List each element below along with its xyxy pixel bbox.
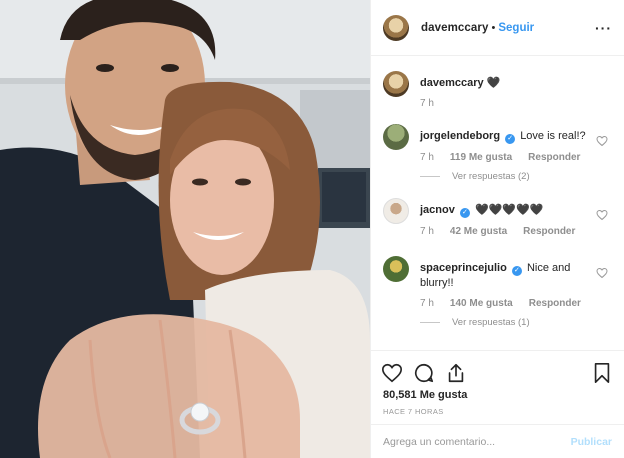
comment-text-line: spaceprincejulio ✓ Nice and blurry!! — [420, 256, 612, 290]
comment-time[interactable]: 7 h — [420, 298, 434, 309]
comment-time[interactable]: 7 h — [420, 152, 434, 163]
comment-text-line: jorgelendeborg ✓ Love is real!? — [420, 124, 612, 144]
view-replies-label: Ver respuestas (2) — [452, 171, 530, 182]
likes-count[interactable]: 80,581 Me gusta — [371, 387, 624, 401]
comment-username[interactable]: jorgelendeborg — [420, 130, 500, 142]
commenter-avatar[interactable] — [383, 256, 409, 282]
verified-badge-icon: ✓ — [459, 208, 470, 218]
reply-button[interactable]: Responder — [529, 298, 581, 309]
caption: davemccary 🖤 7 h — [383, 71, 612, 124]
comment-likes[interactable]: 119 Me gusta — [450, 152, 512, 163]
commenter-avatar[interactable] — [383, 124, 409, 150]
comment-time[interactable]: 7 h — [420, 226, 434, 237]
engagement-photo-illustration — [0, 0, 370, 458]
replies-divider — [420, 322, 440, 323]
view-replies-button[interactable]: Ver respuestas (1) — [420, 317, 612, 328]
comment-item: jorgelendeborg ✓ Love is real!? 7 h 119 … — [383, 124, 612, 198]
view-replies-label: Ver respuestas (1) — [452, 317, 530, 328]
caption-text-line: davemccary 🖤 — [420, 71, 612, 90]
comment-input[interactable]: Agrega un comentario... — [383, 436, 495, 448]
author-avatar[interactable] — [383, 14, 409, 41]
comment-like-heart-icon[interactable] — [596, 267, 608, 279]
author-username[interactable]: davemccary — [421, 22, 489, 34]
post-header: davemccary • Seguir ··· — [371, 0, 624, 56]
caption-meta: 7 h — [420, 98, 612, 109]
header-separator: • — [491, 21, 496, 34]
comment-item: jacnov ✓ 🖤🖤🖤🖤🖤 7 h 42 Me gusta Responder — [383, 198, 612, 256]
comment-username[interactable]: spaceprincejulio — [420, 262, 507, 274]
more-options-icon[interactable]: ··· — [595, 20, 612, 36]
comments-list[interactable]: davemccary 🖤 7 h jorgelendeborg ✓ Love i… — [371, 57, 624, 347]
comment-username[interactable]: jacnov — [420, 204, 455, 216]
reply-button[interactable]: Responder — [523, 226, 575, 237]
verified-badge-icon: ✓ — [505, 134, 516, 144]
comment-text: 🖤🖤🖤🖤🖤 — [474, 204, 544, 216]
instagram-post: davemccary • Seguir ··· davemccary 🖤 7 h — [0, 0, 624, 458]
comment-meta: 7 h 119 Me gusta Responder — [420, 152, 612, 163]
bookmark-icon[interactable] — [592, 362, 612, 384]
post-side-panel: davemccary • Seguir ··· davemccary 🖤 7 h — [370, 0, 624, 458]
view-replies-button[interactable]: Ver respuestas (2) — [420, 171, 612, 182]
action-icons-row — [371, 351, 624, 387]
comment-text-line: jacnov ✓ 🖤🖤🖤🖤🖤 — [420, 198, 612, 218]
verified-badge-icon: ✓ — [511, 266, 522, 276]
caption-text: 🖤 — [486, 77, 501, 89]
post-actions: 80,581 Me gusta HACE 7 HORAS Agrega un c… — [371, 350, 624, 458]
follow-button[interactable]: Seguir — [498, 22, 534, 34]
comment-meta: 7 h 140 Me gusta Responder — [420, 298, 612, 309]
reply-button[interactable]: Responder — [528, 152, 580, 163]
post-time-ago: HACE 7 HORAS — [383, 407, 444, 416]
comment-like-heart-icon[interactable] — [596, 209, 608, 221]
caption-username[interactable]: davemccary — [420, 77, 484, 89]
commenter-avatar[interactable] — [383, 198, 409, 224]
replies-divider — [420, 176, 440, 177]
add-comment-bar: Agrega un comentario... Publicar — [371, 424, 624, 458]
caption-author-avatar[interactable] — [383, 71, 409, 97]
publish-button[interactable]: Publicar — [571, 436, 612, 448]
share-icon[interactable] — [445, 362, 467, 384]
comment-meta: 7 h 42 Me gusta Responder — [420, 226, 612, 237]
comment-item: spaceprincejulio ✓ Nice and blurry!! 7 h… — [383, 256, 612, 346]
comment-text: Love is real!? — [520, 130, 586, 142]
post-photo[interactable] — [0, 0, 370, 458]
comment-icon[interactable] — [413, 362, 435, 384]
heart-icon[interactable] — [381, 362, 403, 384]
comment-likes[interactable]: 140 Me gusta — [450, 298, 513, 309]
comment-like-heart-icon[interactable] — [596, 135, 608, 147]
comment-likes[interactable]: 42 Me gusta — [450, 226, 507, 237]
caption-time[interactable]: 7 h — [420, 98, 434, 109]
